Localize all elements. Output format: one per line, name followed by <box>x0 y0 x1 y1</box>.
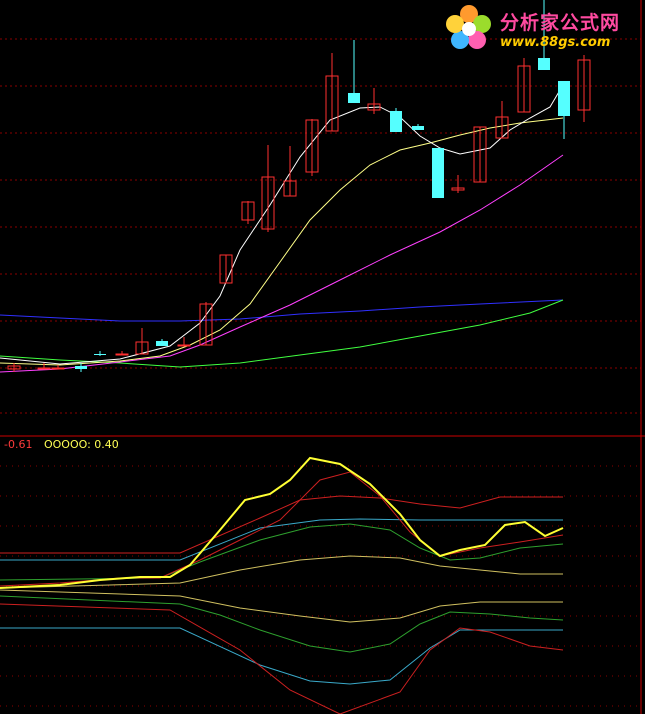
osc-upper-band-red <box>0 495 563 554</box>
osc-upper-band-green <box>0 523 564 581</box>
candle-body <box>348 93 360 103</box>
osc-lower-band-red <box>0 603 564 714</box>
readout-second-label: OOOOO: <box>43 438 91 451</box>
watermark-logo: 分析家公式网 www.88gs.com <box>440 2 640 54</box>
ma-blue-line <box>0 299 564 322</box>
osc-mid-lower-band <box>0 589 563 623</box>
candle-body <box>156 341 168 346</box>
candle-body <box>432 148 444 198</box>
moving-average-lines <box>0 84 564 373</box>
readout-second-value: 0.40 <box>94 438 119 451</box>
site-url: www.88gs.com <box>500 35 611 50</box>
candle-body <box>115 353 129 356</box>
candle-body <box>412 126 424 130</box>
candle-body <box>538 58 550 70</box>
lower-grid <box>0 465 641 707</box>
osc-red-line <box>0 471 564 587</box>
chart-canvas <box>0 0 645 714</box>
candle-body <box>51 367 65 370</box>
ma-green-line <box>0 299 564 368</box>
ma-magenta-line <box>0 154 564 373</box>
candle-body <box>390 111 402 132</box>
readout-first-value: -0.61 <box>4 438 33 451</box>
osc-mid-upper-band <box>0 555 563 589</box>
osc-lower-band-green <box>0 595 564 653</box>
site-name: 分析家公式网 <box>500 12 621 34</box>
candle-body <box>558 81 570 116</box>
osc-yellow-main-line <box>0 456 564 589</box>
indicator-readout: -0.61 OOOOO: 0.40 <box>4 438 119 451</box>
candle-body <box>37 367 51 370</box>
candle-body <box>75 366 87 369</box>
osc-upper-band-cyan <box>0 518 563 561</box>
flower-icon <box>446 5 491 49</box>
candle-body <box>94 354 106 355</box>
upper-grid <box>0 38 641 414</box>
candlestick-series <box>7 0 591 372</box>
candle-body <box>177 344 191 347</box>
ma-yellow-line <box>0 117 564 366</box>
